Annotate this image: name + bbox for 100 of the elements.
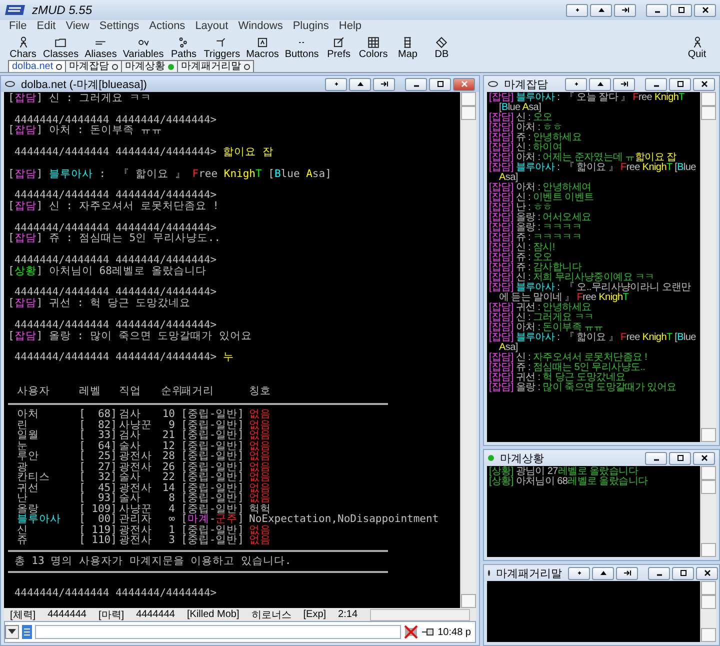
- quit-button[interactable]: Quit: [680, 36, 714, 60]
- chat-line: [잡담] 난 : ㅎㅎ: [489, 203, 552, 213]
- maximize-icon: [676, 6, 686, 14]
- toolbar-button[interactable]: Chars: [6, 36, 40, 60]
- menu-item[interactable]: Edit: [32, 20, 61, 34]
- chat-line: [잡담] 쥬 : 오오: [489, 253, 552, 263]
- toolbar-button[interactable]: Triggers: [200, 36, 244, 60]
- vertical-scrollbar[interactable]: [700, 92, 716, 442]
- window-title: 마계상황: [500, 452, 545, 466]
- horizontal-scrollbar[interactable]: [370, 608, 470, 620]
- level-cell-text: [ 25]: [79, 451, 118, 462]
- title-cell-text: 없음: [249, 472, 272, 483]
- maximize-button[interactable]: [672, 566, 694, 580]
- maximize-icon: [678, 569, 688, 577]
- toolbar-button[interactable]: Colors: [356, 36, 391, 60]
- job-cell-text: 술사: [119, 472, 141, 483]
- dock-button[interactable]: [614, 4, 636, 16]
- terminal-line: 4444444/4444444 4444444/4444444>: [13, 588, 218, 599]
- party-cell-text: [중립-일반]: [181, 440, 245, 452]
- chat-line: [잡담] 쥬 : 감사합니다: [489, 263, 582, 273]
- dock-button[interactable]: [373, 78, 395, 90]
- menu-item[interactable]: Settings: [94, 20, 144, 34]
- close-button[interactable]: [693, 452, 715, 464]
- history-dropdown[interactable]: [5, 625, 19, 639]
- terminal-line: 4444444/4444444 4444444/4444444>: [13, 114, 218, 126]
- terminal-line: [잡담] 신 : 자주오셔서 로못처단좀요 !: [8, 200, 220, 212]
- rank-cell-text: 22: [161, 472, 176, 483]
- rank-cell-text: 10: [161, 409, 176, 420]
- column-header: 칭호: [249, 386, 272, 397]
- minimize-button[interactable]: [645, 452, 667, 464]
- toolbar-button[interactable]: Buttons: [282, 36, 322, 60]
- terminal-line: 4444444/4444444 4444444/4444444> 핣이요 잡: [13, 146, 274, 158]
- dock-button[interactable]: [613, 78, 635, 90]
- dock-button[interactable]: [616, 566, 638, 580]
- menu-item[interactable]: File: [4, 20, 32, 34]
- column-header: 순위: [161, 386, 181, 397]
- party-cell-text: [중립-일반]: [181, 409, 245, 420]
- job-cell-text: 광전사: [119, 451, 153, 462]
- clock-text: 10:48 p: [438, 626, 472, 638]
- raise-button[interactable]: [592, 566, 614, 580]
- toolbar-button[interactable]: Macros: [243, 36, 282, 60]
- close-button[interactable]: [696, 566, 718, 580]
- vertical-scrollbar[interactable]: [460, 92, 476, 608]
- maximize-button[interactable]: [429, 78, 451, 90]
- chat-line: [잡담] 귀선 : 안녕하세요: [489, 303, 592, 313]
- title-cell-text: 없음: [249, 430, 272, 441]
- close-button[interactable]: [694, 4, 716, 16]
- minimize-button[interactable]: [646, 4, 668, 16]
- rank-cell-text: 21: [161, 430, 176, 441]
- window-tab[interactable]: 마계잡담: [65, 60, 122, 72]
- column-header: 사용자: [17, 386, 51, 397]
- toolbar-button[interactable]: Map: [390, 36, 425, 60]
- job-cell-text: 광전사: [119, 482, 153, 494]
- raise-button[interactable]: [590, 4, 612, 16]
- menu-item[interactable]: Help: [334, 20, 367, 34]
- toolbar-button[interactable]: Prefs: [322, 36, 356, 60]
- window-tab[interactable]: 마계패거리말: [177, 60, 254, 72]
- menu-item[interactable]: View: [60, 20, 94, 34]
- user-name: 난: [17, 493, 28, 504]
- rank-cell-text: 14: [161, 482, 176, 494]
- folder-icon: [54, 36, 68, 49]
- minimize-button[interactable]: [405, 78, 427, 90]
- maximize-icon: [676, 80, 684, 88]
- window-tab[interactable]: dolba.net: [8, 60, 66, 72]
- raise-button[interactable]: [589, 78, 611, 90]
- title-cell-text: 없음: [249, 462, 272, 472]
- disconnected-icon: [404, 625, 418, 639]
- close-icon: [700, 454, 708, 462]
- menu-item[interactable]: Windows: [233, 20, 288, 34]
- toolbar-button[interactable]: Variables: [120, 36, 167, 60]
- status-text: 4444444: [136, 609, 175, 620]
- menu-item[interactable]: Plugins: [288, 20, 334, 34]
- terminal-line: 4444444/4444444 4444444/4444444>: [13, 287, 218, 298]
- toolbar-button[interactable]: DB: [424, 36, 459, 60]
- maximize-button[interactable]: [669, 78, 691, 90]
- window-tab[interactable]: 마계상황: [121, 60, 178, 72]
- chat-line: [잡담] 아처 : 어제는 준자였는데 ㅠ핣이요 잡: [489, 153, 676, 163]
- arrow-icon: [380, 80, 388, 88]
- maximize-button[interactable]: [669, 452, 691, 464]
- caret-up-icon: [356, 80, 364, 88]
- chat-line: [잡담] 신 : 잠시!: [489, 243, 556, 253]
- party-cell-text: [중립-일반]: [181, 535, 245, 546]
- toolbar-button[interactable]: Classes: [40, 36, 82, 60]
- maximize-button[interactable]: [670, 4, 692, 16]
- user-name: 쥬: [17, 535, 29, 546]
- raise-button[interactable]: [349, 78, 371, 90]
- command-input[interactable]: [35, 625, 401, 639]
- user-name: 광: [17, 462, 28, 472]
- title-cell-text: 없음: [249, 440, 272, 452]
- app-title: zMUD 5.55: [32, 3, 94, 17]
- minimize-button[interactable]: [648, 566, 670, 580]
- close-button[interactable]: [693, 78, 715, 90]
- vertical-scrollbar[interactable]: [700, 466, 716, 557]
- vertical-scrollbar[interactable]: [700, 581, 716, 642]
- toolbar-button[interactable]: Paths: [166, 36, 201, 60]
- menu-item[interactable]: Layout: [190, 20, 234, 34]
- toolbar-button[interactable]: Aliases: [82, 36, 120, 60]
- title-cell-text: 없음: [249, 493, 272, 504]
- minimize-button[interactable]: [645, 78, 667, 90]
- menu-item[interactable]: Actions: [144, 20, 190, 34]
